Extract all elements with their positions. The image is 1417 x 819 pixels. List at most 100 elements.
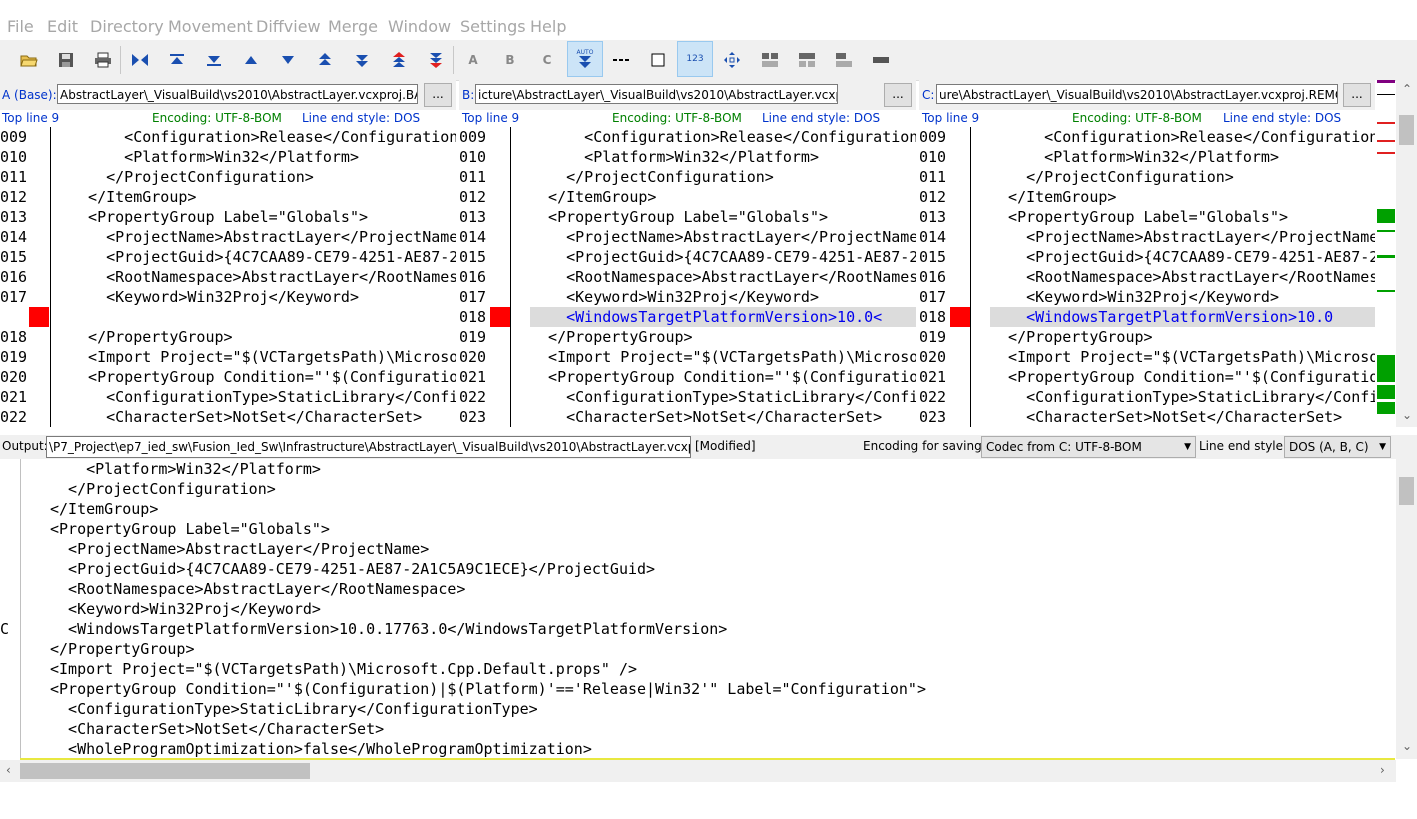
diff-line: 023 <CharacterSet>NotSet</CharacterSet>: [459, 407, 916, 427]
diff-line: 022 <ConfigurationType>StaticLibrary</Co…: [459, 387, 916, 407]
diff-vertical-scrollbar[interactable]: ⌃ ⌄: [1396, 80, 1417, 427]
output-line: <Import Project="$(VCTargetsPath)\Micros…: [50, 660, 637, 678]
line-number: 011: [459, 168, 487, 186]
pane-b-encoding: Encoding: UTF-8-BOM: [612, 111, 742, 125]
merge-all-layout-icon[interactable]: [869, 48, 893, 72]
scroll-thumb[interactable]: [1399, 115, 1414, 145]
select-b-button[interactable]: B: [498, 48, 522, 72]
overview-toggle-icon[interactable]: [646, 48, 670, 72]
merge-c-layout-icon[interactable]: [832, 48, 856, 72]
menu-help[interactable]: Help: [530, 17, 566, 36]
line-number: 020: [459, 348, 487, 366]
line-number: 012: [0, 188, 28, 206]
toggle-wordwrap-icon[interactable]: [720, 48, 744, 72]
encoding-select[interactable]: Codec from C: UTF-8-BOM ▼: [981, 436, 1196, 458]
line-code: <ProjectGuid>{4C7CAA89-CE79-4251-AE87-2A…: [1026, 248, 1375, 266]
pane-c-text[interactable]: 009 <Configuration>Release</Configuratio…: [919, 127, 1375, 427]
next-unsolved-conflict-icon[interactable]: [424, 48, 448, 72]
line-number: 018: [0, 328, 28, 346]
line-code: <ConfigurationType>StaticLibrary</Config…: [1026, 388, 1375, 406]
select-a-button[interactable]: A: [461, 48, 485, 72]
next-delta-icon[interactable]: [276, 48, 300, 72]
show-whitespace-icon[interactable]: [609, 48, 633, 72]
scroll-up-arrow-icon[interactable]: ⌃: [1402, 82, 1412, 96]
line-code: <RootNamespace>AbstractLayer</RootNamesp…: [566, 268, 916, 286]
pane-c-path-input[interactable]: ure\AbstractLayer\_VisualBuild\vs2010\Ab…: [936, 84, 1338, 104]
line-number: 017: [0, 288, 28, 306]
line-code: <Platform>Win32</Platform>: [530, 148, 819, 166]
line-number: 013: [919, 208, 947, 226]
line-number: 022: [459, 388, 487, 406]
output-line: <PropertyGroup Condition="'$(Configurati…: [50, 680, 926, 698]
scroll-down-arrow-icon[interactable]: ⌄: [1402, 739, 1412, 753]
prev-unsolved-conflict-icon[interactable]: [387, 48, 411, 72]
pane-a-header: A (Base): AbstractLayer\_VisualBuild\vs2…: [0, 80, 456, 110]
menu-edit[interactable]: Edit: [47, 17, 78, 36]
scroll-left-arrow-icon[interactable]: ‹: [6, 763, 11, 777]
open-folder-icon[interactable]: [17, 48, 41, 72]
diff-line: 021 <PropertyGroup Condition="'$(Configu…: [459, 367, 916, 387]
automatic-merge-button[interactable]: AUTO: [567, 41, 603, 77]
menu-merge[interactable]: Merge: [328, 17, 378, 36]
line-code: <CharacterSet>NotSet</CharacterSet>: [990, 408, 1343, 426]
diff-overview[interactable]: [1375, 80, 1395, 427]
goto-top-icon[interactable]: [165, 48, 189, 72]
menu-file[interactable]: File: [7, 17, 34, 36]
line-code: <ProjectName>AbstractLayer</ProjectName>: [70, 228, 456, 246]
line-code: <ProjectName>AbstractLayer</ProjectName>: [990, 228, 1375, 246]
select-c-button[interactable]: C: [535, 48, 559, 72]
goto-current-delta-icon[interactable]: [128, 48, 152, 72]
line-number: 022: [0, 408, 28, 426]
prev-conflict-icon[interactable]: [313, 48, 337, 72]
pane-b-browse-button[interactable]: ...: [884, 83, 912, 107]
menu-directory[interactable]: Directory: [90, 17, 164, 36]
output-horizontal-scrollbar[interactable]: ‹ ›: [0, 760, 1396, 782]
line-number: 020: [919, 348, 947, 366]
line-end-select[interactable]: DOS (A, B, C) ▼: [1284, 436, 1391, 458]
prev-delta-icon[interactable]: [239, 48, 263, 72]
pane-a-browse-button[interactable]: ...: [424, 83, 452, 107]
merge-a-layout-icon[interactable]: [758, 48, 782, 72]
pane-a-text[interactable]: 009 <Configuration>Release</Configuratio…: [0, 127, 456, 427]
menu-settings[interactable]: Settings: [460, 17, 526, 36]
line-code: </PropertyGroup>: [70, 328, 233, 346]
print-icon[interactable]: [91, 48, 115, 72]
horizontal-scroll-thumb[interactable]: [20, 763, 310, 779]
scroll-down-arrow-icon[interactable]: ⌄: [1402, 408, 1412, 422]
pane-b-text[interactable]: 009 <Configuration>Release</Configuratio…: [459, 127, 916, 427]
menu-movement[interactable]: Movement: [168, 17, 253, 36]
line-number: 016: [459, 268, 487, 286]
save-icon[interactable]: [54, 48, 78, 72]
output-text[interactable]: C <Platform>Win32</Platform> </ProjectCo…: [0, 459, 1395, 759]
output-scroll-thumb[interactable]: [1399, 477, 1414, 505]
pane-a-line-end: Line end style: DOS: [302, 111, 421, 125]
line-number: 009: [459, 128, 487, 146]
scroll-right-arrow-icon[interactable]: ›: [1380, 763, 1385, 777]
output-path-input[interactable]: \P7_Project\ep7_ied_sw\Fusion_Ied_Sw\Inf…: [46, 436, 691, 458]
pane-c-browse-button[interactable]: ...: [1343, 83, 1371, 107]
diff-line: 014 <ProjectName>AbstractLayer</ProjectN…: [459, 227, 916, 247]
menu-window[interactable]: Window: [388, 17, 451, 36]
diff-line: 013 <PropertyGroup Label="Globals">: [459, 207, 916, 227]
pane-b-path-input[interactable]: icture\AbstractLayer\_VisualBuild\vs2010…: [475, 84, 838, 104]
goto-bottom-icon[interactable]: [202, 48, 226, 72]
line-code: </ProjectConfiguration>: [990, 168, 1234, 186]
next-conflict-icon[interactable]: [350, 48, 374, 72]
line-number: 018: [919, 308, 947, 326]
diff-line: 013 <PropertyGroup Label="Globals">: [0, 207, 456, 227]
diff-line: 012 </ItemGroup>: [0, 187, 456, 207]
merge-b-layout-icon[interactable]: [795, 48, 819, 72]
line-numbers-button[interactable]: 123: [677, 41, 713, 77]
line-number: 010: [0, 148, 28, 166]
menu-diffview[interactable]: Diffview: [256, 17, 321, 36]
pane-a-path-input[interactable]: AbstractLayer\_VisualBuild\vs2010\Abstra…: [57, 84, 418, 104]
line-number: 010: [459, 148, 487, 166]
chevron-down-icon: ▼: [1184, 442, 1191, 452]
output-line: </ProjectConfiguration>: [50, 480, 276, 498]
output-vertical-scrollbar[interactable]: ⌄: [1396, 459, 1417, 759]
line-code: <CharacterSet>NotSet</CharacterSet>: [530, 408, 883, 426]
pane-a-label: A (Base):: [2, 88, 57, 102]
diff-line: 019 </PropertyGroup>: [459, 327, 916, 347]
line-code: </ProjectConfiguration>: [530, 168, 774, 186]
diff-line: [0, 307, 456, 327]
